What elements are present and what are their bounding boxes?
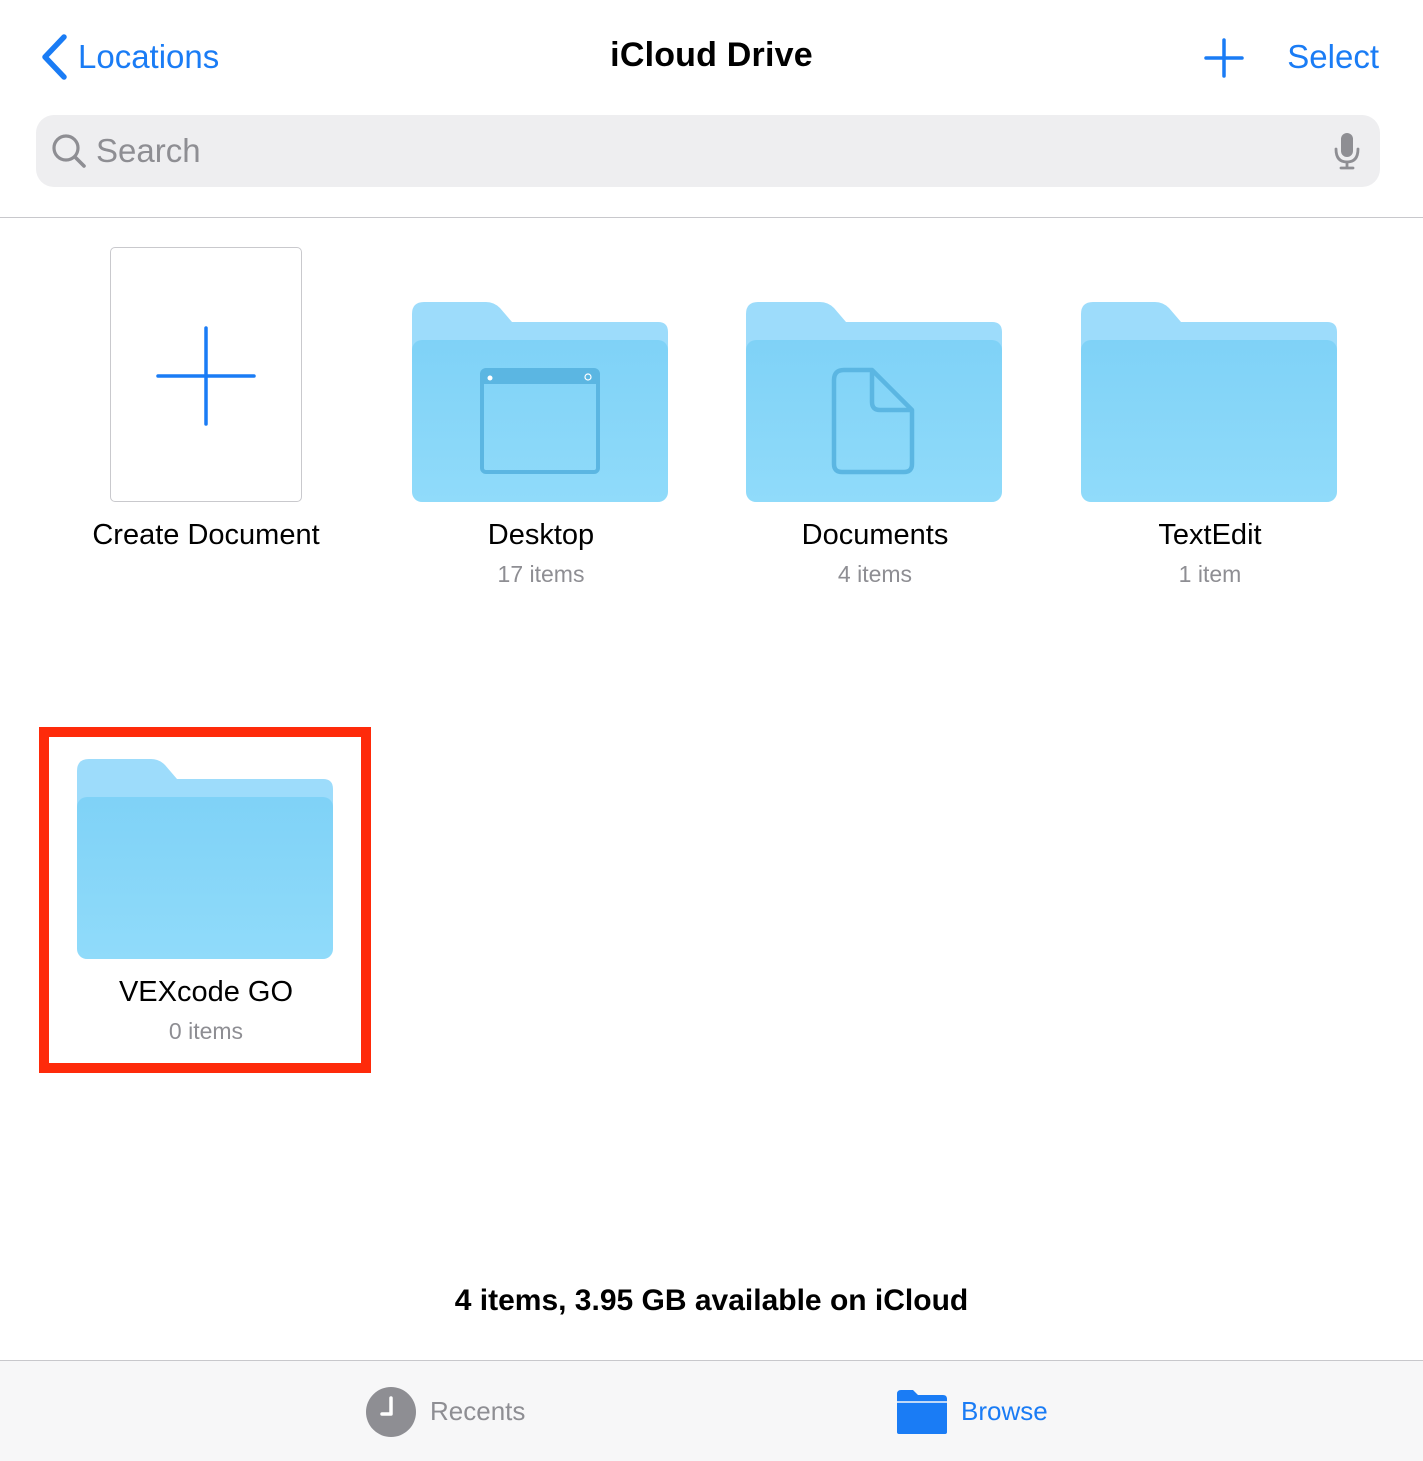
item-name: Documents (801, 519, 949, 551)
search-bar (36, 115, 1380, 187)
search-icon (52, 134, 86, 168)
plus-icon (1204, 38, 1244, 78)
item-count: 1 item (1178, 561, 1242, 587)
microphone-icon[interactable] (1332, 131, 1362, 171)
item-name: VEXcode GO (118, 976, 294, 1008)
folder-icon (897, 1389, 947, 1434)
item-count: 17 items (497, 561, 585, 587)
folder-desktop[interactable]: Desktop 17 items (391, 300, 691, 600)
storage-summary: 4 items, 3.95 GB available on iCloud (454, 1284, 969, 1317)
tab-bar: Recents Browse (0, 1360, 1423, 1461)
search-input[interactable] (96, 125, 1296, 177)
clock-icon (366, 1386, 416, 1437)
create-document-card (110, 247, 302, 502)
add-button[interactable] (1200, 34, 1248, 82)
navigation-bar: Locations iCloud Drive Select (0, 0, 1423, 218)
tab-label: Recents (430, 1396, 526, 1426)
create-document-item[interactable]: Create Document (60, 247, 352, 557)
plus-icon (156, 326, 256, 426)
item-count: 0 items (168, 1018, 244, 1044)
documents-folder-icon (746, 302, 1002, 502)
item-count: 4 items (837, 561, 913, 587)
folder-textedit[interactable]: TextEdit 1 item (1060, 300, 1360, 600)
item-name: Create Document (92, 519, 320, 551)
folder-icon (77, 759, 333, 959)
select-button[interactable]: Select (1287, 38, 1379, 76)
desktop-folder-icon (412, 302, 668, 502)
tab-browse[interactable]: Browse (897, 1361, 1048, 1461)
item-name: TextEdit (1158, 519, 1262, 551)
item-name: Desktop (487, 519, 595, 551)
folder-vexcode-go[interactable]: VEXcode GO 0 items (56, 757, 356, 1057)
tab-label: Browse (961, 1396, 1048, 1426)
folder-icon (1081, 302, 1337, 502)
tab-recents[interactable]: Recents (366, 1361, 525, 1461)
folder-documents[interactable]: Documents 4 items (725, 300, 1025, 600)
